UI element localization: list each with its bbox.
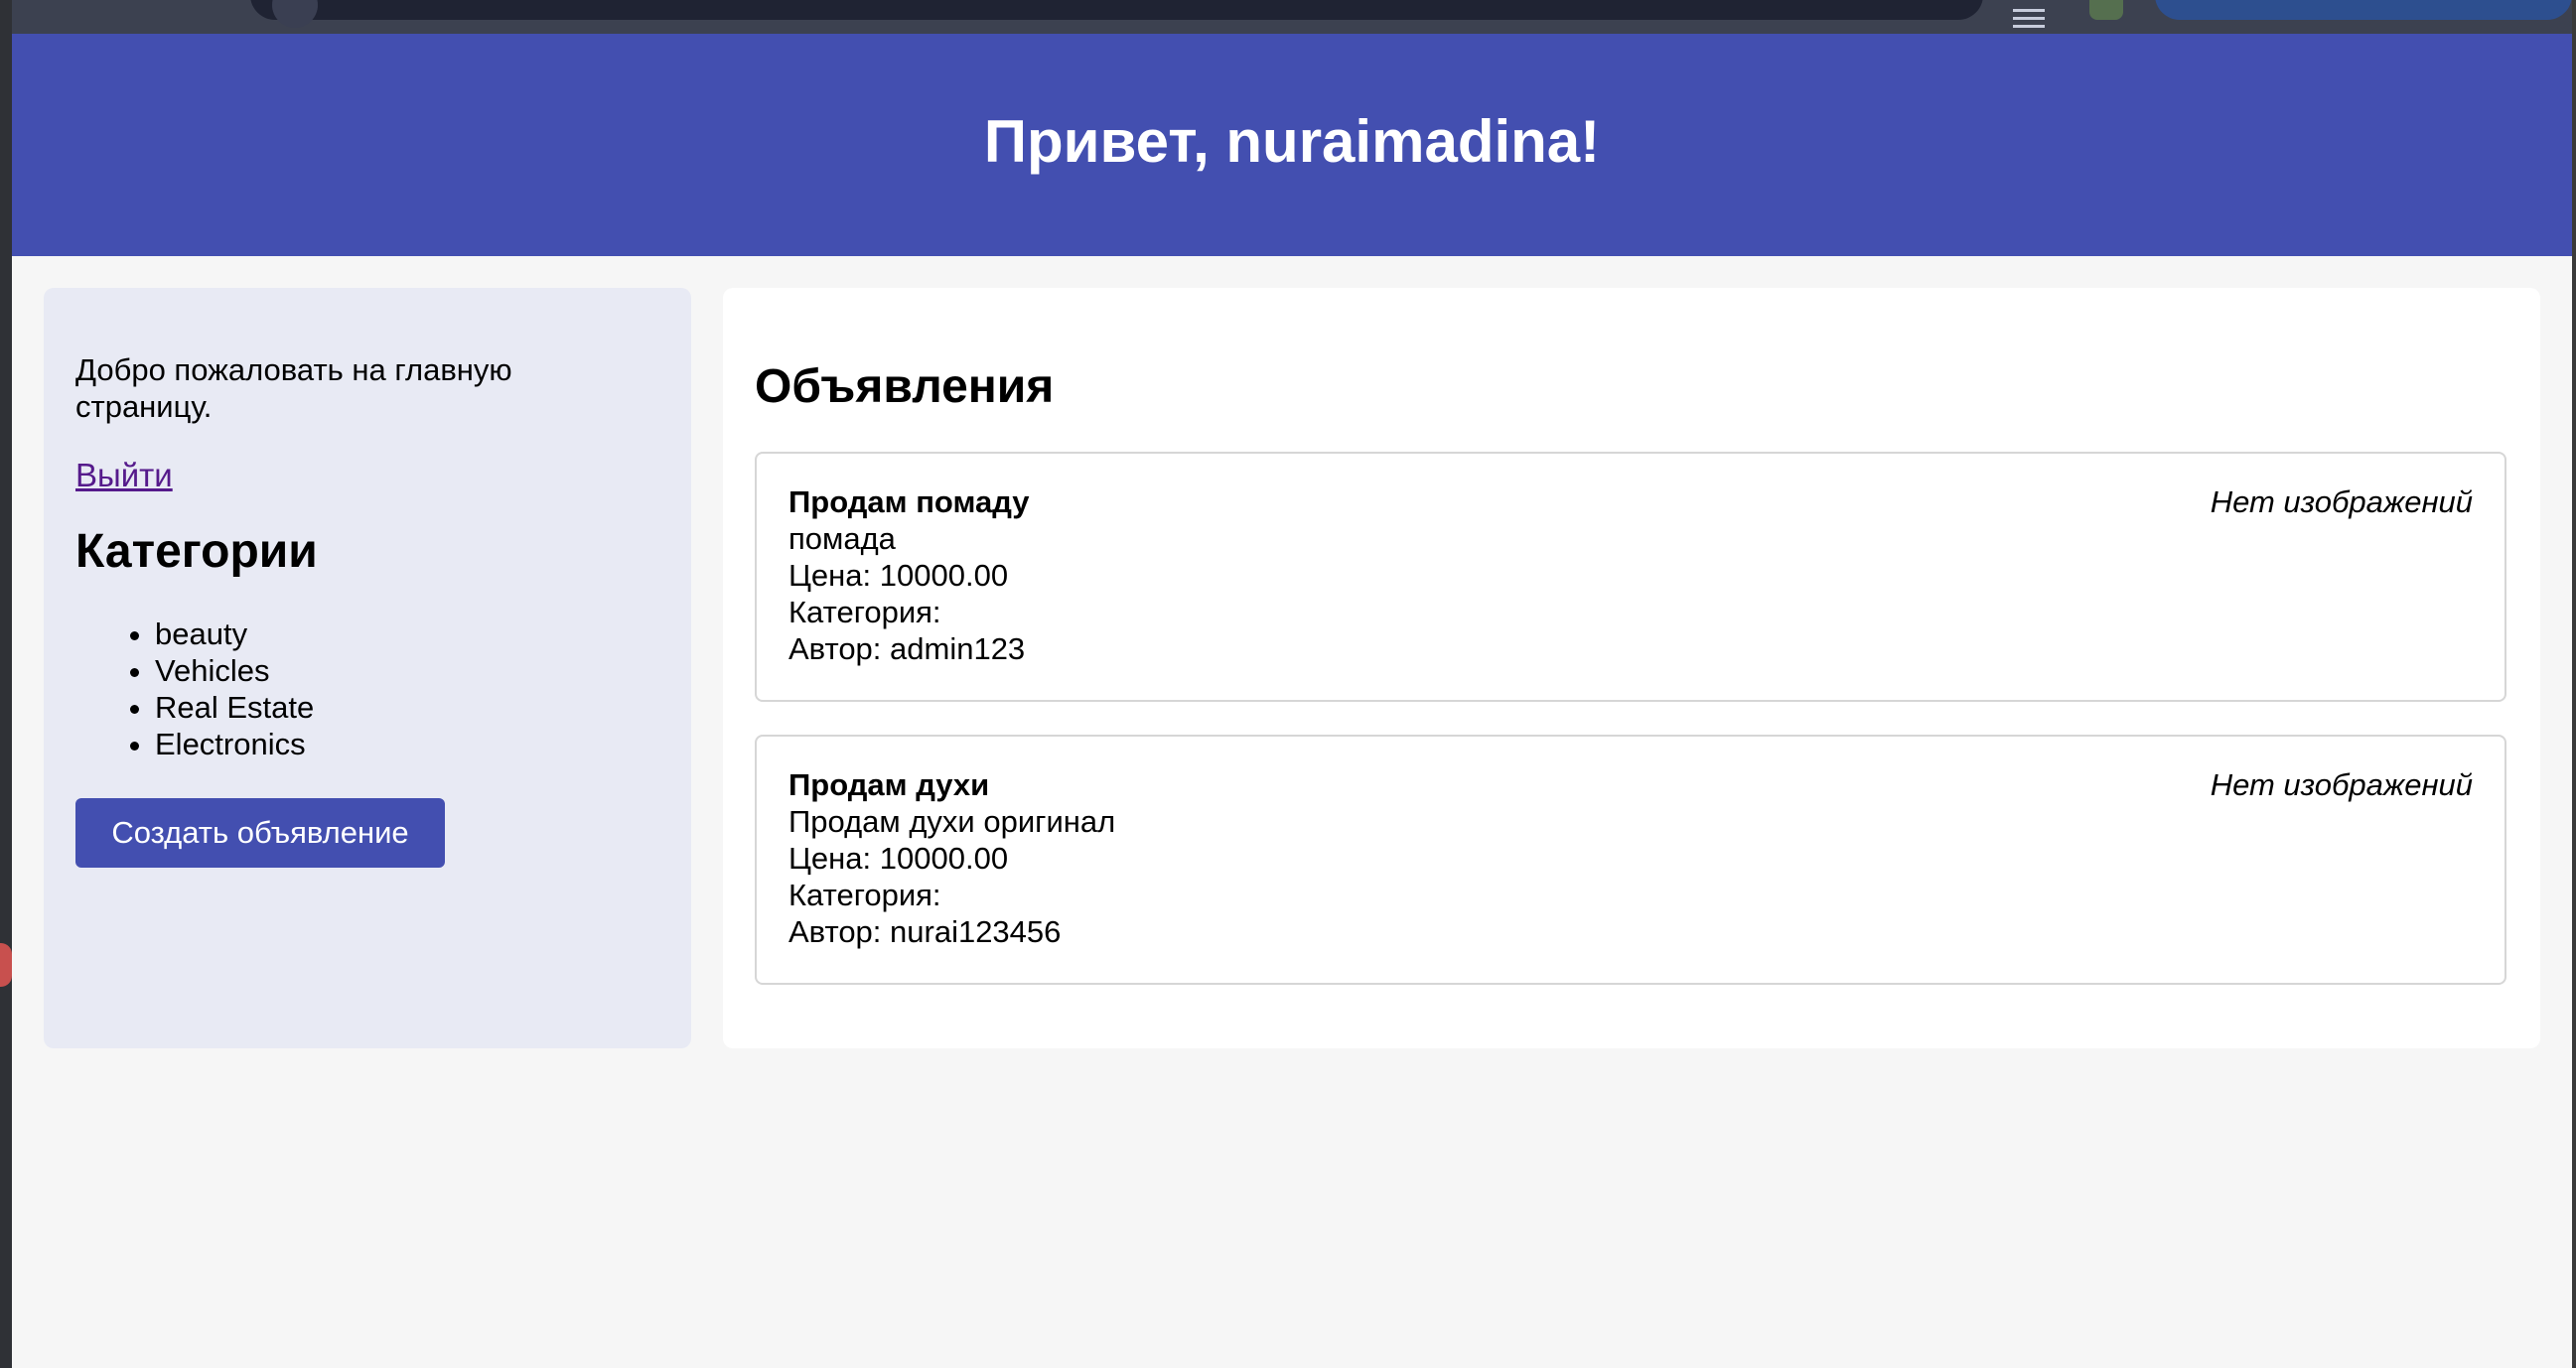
categories-list: beauty Vehicles Real Estate Electronics xyxy=(75,616,314,762)
category-item-real-estate[interactable]: Real Estate xyxy=(155,689,314,726)
listings-panel: Объявления Продам помаду помада Цена: 10… xyxy=(723,288,2540,1048)
listing-category: Категория: xyxy=(788,595,941,629)
listing-description: Продам духи оригинал xyxy=(788,804,1116,839)
listing-author: Автор: admin123 xyxy=(788,631,1026,666)
listing-title: Продам помаду xyxy=(788,484,1030,519)
listing-author: Автор: nurai123456 xyxy=(788,914,1062,949)
extension-icon[interactable] xyxy=(2089,0,2123,20)
listing-price: Цена: 10000.00 xyxy=(788,841,1009,876)
listing-no-images-note: Нет изображений xyxy=(2210,767,2473,802)
logout-link[interactable]: Выйти xyxy=(75,457,173,494)
window-edge-indicator xyxy=(0,943,12,987)
listing-card[interactable]: Продам духи Продам духи оригинал Цена: 1… xyxy=(755,735,2506,985)
window-left-edge xyxy=(0,0,12,1368)
greeting-title: Привет, nuraimadina! xyxy=(983,107,1601,175)
category-item-electronics[interactable]: Electronics xyxy=(155,726,314,762)
browser-toolbar xyxy=(12,0,2572,34)
welcome-text: Добро пожаловать на главную страницу. xyxy=(75,352,512,424)
site-header: Привет, nuraimadina! xyxy=(12,34,2572,256)
listing-card[interactable]: Продам помаду помада Цена: 10000.00 Кате… xyxy=(755,452,2506,702)
menu-icon[interactable] xyxy=(2013,4,2045,28)
listing-details: Продам помаду помада Цена: 10000.00 Кате… xyxy=(788,483,1030,667)
listing-details: Продам духи Продам духи оригинал Цена: 1… xyxy=(788,766,1115,950)
category-item-beauty[interactable]: beauty xyxy=(155,616,314,652)
category-item-vehicles[interactable]: Vehicles xyxy=(155,652,314,689)
listing-title: Продам духи xyxy=(788,767,990,802)
create-listing-button[interactable]: Создать объявление xyxy=(75,798,445,868)
profile-button[interactable] xyxy=(2155,0,2572,20)
window-right-edge xyxy=(2572,0,2576,1368)
sidebar: Добро пожаловать на главную страницу. Вы… xyxy=(44,288,691,1048)
address-bar[interactable] xyxy=(250,0,1983,20)
listing-price: Цена: 10000.00 xyxy=(788,558,1009,593)
listing-description: помада xyxy=(788,521,896,556)
listing-category: Категория: xyxy=(788,878,941,912)
listings-title: Объявления xyxy=(755,360,1055,413)
categories-title: Категории xyxy=(75,525,318,578)
site-info-icon[interactable] xyxy=(272,0,318,28)
listing-no-images-note: Нет изображений xyxy=(2210,484,2473,519)
